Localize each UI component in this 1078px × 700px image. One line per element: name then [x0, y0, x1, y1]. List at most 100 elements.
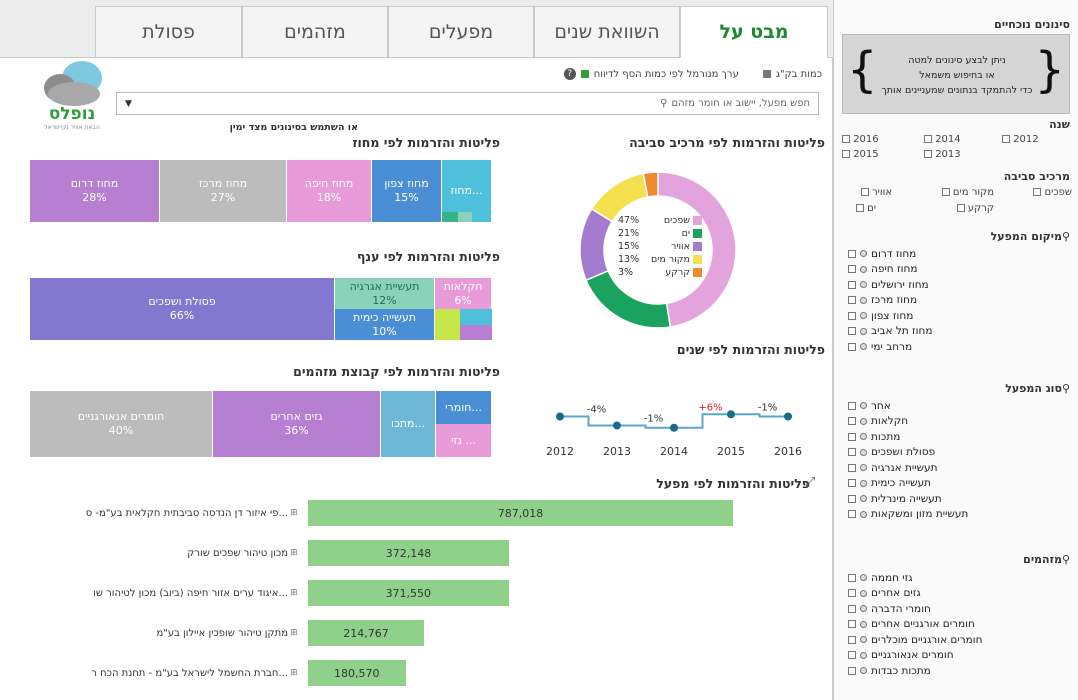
row-expand-icon[interactable]: ⊞ — [290, 548, 298, 558]
radio-icon[interactable] — [860, 296, 867, 304]
checkbox[interactable] — [860, 188, 869, 196]
filter-option[interactable]: תעשייה כימית — [848, 476, 1008, 492]
radio-icon[interactable] — [860, 327, 867, 335]
help-icon[interactable]: ? — [563, 68, 576, 80]
filter-option[interactable]: מחוז חיפה — [848, 262, 988, 278]
treemap-tile[interactable]: מחוז... — [442, 160, 492, 222]
filter-option[interactable]: מחוז ירושלים — [848, 277, 988, 293]
bar[interactable]: 371,550 — [308, 580, 509, 606]
checkbox[interactable] — [848, 249, 856, 258]
filter-option[interactable]: אחר — [848, 398, 1008, 414]
treemap-tile[interactable]: מחוז מרכז 27% — [160, 160, 287, 222]
donut-slice[interactable] — [579, 207, 614, 282]
expand-icon[interactable]: ⤢ — [805, 475, 815, 490]
filter-option[interactable]: מחוז צפון — [848, 308, 988, 324]
checkbox[interactable] — [848, 327, 856, 336]
data-point[interactable] — [556, 412, 564, 421]
treemap-tile[interactable]: מחוז דרום 28% — [30, 160, 160, 222]
checkbox[interactable] — [848, 280, 856, 289]
treemap-tile[interactable]: מחוז חיפה 18% — [287, 160, 372, 222]
treemap-tile[interactable]: חקלאות 6% — [435, 278, 492, 309]
row-expand-icon[interactable]: ⊞ — [290, 628, 298, 638]
bar-category-label[interactable]: ...חברת החשמל לישראל בע"מ - תחנת הכח ר — [20, 668, 288, 679]
treemap-tile[interactable] — [460, 325, 492, 340]
filter-option[interactable]: גזי חממה — [848, 570, 1018, 586]
treemap-tile[interactable]: מתכו... — [381, 391, 436, 457]
radio-icon[interactable] — [860, 479, 867, 487]
treemap-tile[interactable]: חומרים אנאורגניים 40% — [30, 391, 213, 457]
tab-compare-years[interactable]: השוואת שנים — [534, 6, 680, 58]
radio-icon[interactable] — [860, 589, 867, 597]
radio-icon[interactable] — [860, 574, 867, 582]
donut-legend-item[interactable]: קרקע 3% — [618, 266, 702, 279]
bar-category-label[interactable]: ...פי איזור דן הנדסה סביבתית חקלאית בע"מ… — [20, 508, 288, 519]
tab-waste[interactable]: פסולת — [95, 6, 242, 58]
checkbox[interactable] — [1033, 188, 1042, 196]
radio-icon[interactable] — [860, 417, 867, 425]
radio-icon[interactable] — [860, 620, 867, 628]
radio-icon[interactable] — [860, 636, 867, 644]
donut-legend-item[interactable]: ים 21% — [618, 227, 702, 240]
donut-legend-item[interactable]: שפכים 47% — [618, 214, 702, 227]
filter-option[interactable]: חומרים אורגניים מוכלרים — [848, 632, 1018, 648]
treemap-tile[interactable] — [460, 309, 492, 325]
bar-category-label[interactable]: מתקן טיהור שופכין איילון בע"מ — [20, 628, 288, 639]
filter-option[interactable]: מחוז דרום — [848, 246, 988, 262]
search-input[interactable]: ▼ חפש מפעל, יישוב או חומר מזהם ⚲ — [116, 92, 819, 115]
radio-icon[interactable] — [860, 312, 867, 320]
treemap-tile[interactable]: תעשייה כימית 10% — [335, 309, 435, 340]
data-point[interactable] — [670, 423, 678, 432]
filter-option[interactable]: חומרים אורגניים אחרים — [848, 617, 1018, 633]
filter-option[interactable]: חומרי הדברה — [848, 601, 1018, 617]
treemap-tile[interactable] — [435, 309, 460, 340]
filter-option[interactable]: תעשיית מזון ומשקאות — [848, 507, 1008, 523]
checkbox[interactable] — [855, 204, 864, 212]
bar-category-label[interactable]: מכון טיהור שפכים שורק — [20, 548, 288, 559]
filter-option[interactable]: תעשייה מינרלית — [848, 491, 1008, 507]
radio-icon[interactable] — [860, 250, 867, 258]
checkbox[interactable] — [848, 635, 856, 644]
donut-slice[interactable] — [585, 269, 672, 329]
checkbox[interactable] — [848, 604, 856, 613]
radio-icon[interactable] — [860, 265, 867, 273]
data-point[interactable] — [727, 410, 735, 419]
filter-option[interactable]: מחוז תל אביב — [848, 324, 988, 340]
treemap-tile[interactable]: תעשיית אגרגיה 12% — [335, 278, 435, 309]
filter-option[interactable]: פסולת ושפכים — [848, 445, 1008, 461]
checkbox[interactable] — [848, 296, 856, 305]
filter-option[interactable]: גזים אחרים — [848, 586, 1018, 602]
checkbox[interactable] — [956, 204, 965, 212]
checkbox[interactable] — [848, 432, 856, 441]
donut-legend-item[interactable]: אוויר 15% — [618, 240, 702, 253]
tab-overview[interactable]: מבט על — [680, 6, 828, 58]
filter-option[interactable]: תעשיית אנרגיה — [848, 460, 1008, 476]
tab-pollutants[interactable]: מזהמים — [242, 6, 388, 58]
bar[interactable]: 787,018 — [308, 500, 733, 526]
radio-icon[interactable] — [860, 510, 867, 518]
treemap-tile[interactable]: מחוז צפון 15% — [372, 160, 442, 222]
bar[interactable]: 180,570 — [308, 660, 406, 686]
row-expand-icon[interactable]: ⊞ — [290, 668, 298, 678]
radio-icon[interactable] — [860, 651, 867, 659]
radio-icon[interactable] — [860, 343, 867, 351]
checkbox[interactable] — [848, 479, 856, 488]
search-icon[interactable]: ⚲ — [1062, 230, 1070, 243]
radio-icon[interactable] — [860, 605, 867, 613]
radio-icon[interactable] — [860, 402, 867, 410]
filter-option[interactable]: מחוז מרכז — [848, 293, 988, 309]
checkbox[interactable] — [848, 417, 856, 426]
tab-factories[interactable]: מפעלים — [388, 6, 534, 58]
search-icon[interactable]: ⚲ — [1062, 382, 1070, 395]
row-expand-icon[interactable]: ⊞ — [290, 588, 298, 598]
data-point[interactable] — [784, 412, 792, 421]
checkbox[interactable] — [848, 651, 856, 660]
checkbox[interactable] — [848, 401, 856, 410]
checkbox[interactable] — [842, 150, 850, 158]
radio-icon[interactable] — [860, 667, 867, 675]
green-square-icon[interactable] — [580, 70, 589, 78]
checkbox[interactable] — [848, 494, 856, 503]
radio-icon[interactable] — [860, 448, 867, 456]
radio-icon[interactable] — [860, 433, 867, 441]
radio-icon[interactable] — [860, 281, 867, 289]
row-expand-icon[interactable]: ⊞ — [290, 508, 298, 518]
